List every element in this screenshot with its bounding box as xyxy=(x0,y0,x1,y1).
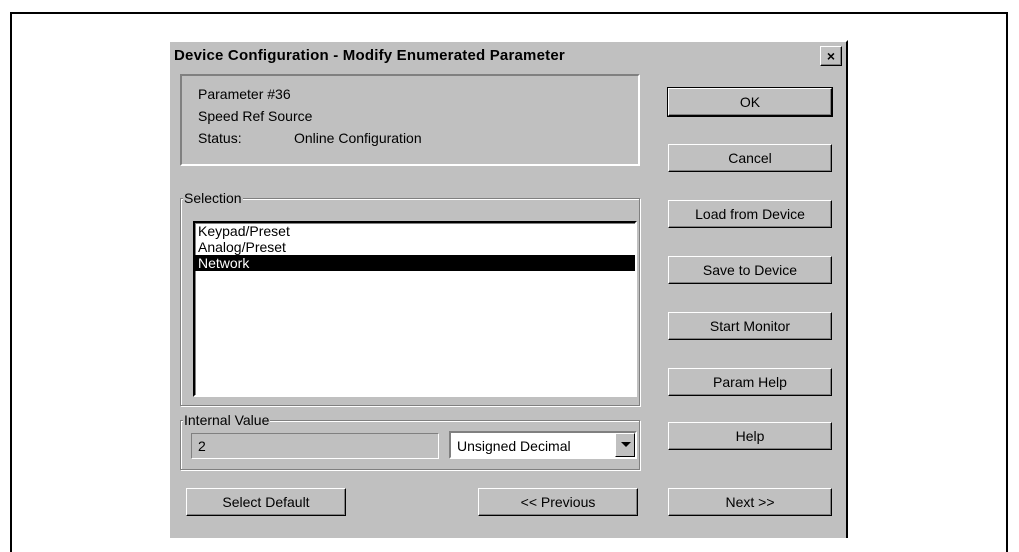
list-item[interactable]: Analog/Preset xyxy=(195,239,635,255)
selection-label: Selection xyxy=(183,190,243,206)
save-to-device-button[interactable]: Save to Device xyxy=(668,256,832,284)
load-from-device-button[interactable]: Load from Device xyxy=(668,200,832,228)
format-select-value: Unsigned Decimal xyxy=(457,438,571,454)
chevron-down-icon[interactable] xyxy=(615,433,635,457)
select-default-label: Select Default xyxy=(222,494,310,510)
close-icon: × xyxy=(826,48,836,64)
status-label: Status: xyxy=(198,130,242,146)
title-bar: Device Configuration - Modify Enumerated… xyxy=(170,42,846,70)
next-label: Next >> xyxy=(725,494,775,510)
param-help-label: Param Help xyxy=(713,374,787,390)
param-help-button[interactable]: Param Help xyxy=(668,368,832,396)
format-select[interactable]: Unsigned Decimal xyxy=(449,431,637,459)
dialog-title: Device Configuration - Modify Enumerated… xyxy=(174,47,565,64)
list-item-selected[interactable]: Network xyxy=(195,255,635,271)
next-button[interactable]: Next >> xyxy=(668,488,832,516)
previous-label: << Previous xyxy=(520,494,596,510)
help-label: Help xyxy=(735,428,765,444)
previous-button[interactable]: << Previous xyxy=(478,488,638,516)
internal-value-label: Internal Value xyxy=(183,412,271,428)
select-default-button[interactable]: Select Default xyxy=(186,488,346,516)
status-value: Online Configuration xyxy=(294,130,422,146)
ok-button[interactable]: OK xyxy=(667,87,833,117)
selection-group: Selection Keypad/Preset Analog/Preset Ne… xyxy=(180,190,640,406)
cancel-label: Cancel xyxy=(728,150,772,166)
start-monitor-label: Start Monitor xyxy=(709,318,791,334)
cancel-button[interactable]: Cancel xyxy=(668,144,832,172)
start-monitor-button[interactable]: Start Monitor xyxy=(668,312,832,340)
load-label: Load from Device xyxy=(695,206,805,222)
internal-value-field: 2 xyxy=(191,433,439,459)
help-button[interactable]: Help xyxy=(668,422,832,450)
list-item[interactable]: Keypad/Preset xyxy=(195,223,635,239)
parameter-name: Speed Ref Source xyxy=(198,108,313,124)
selection-listbox[interactable]: Keypad/Preset Analog/Preset Network xyxy=(193,221,637,397)
save-label: Save to Device xyxy=(702,262,798,278)
ok-label: OK xyxy=(739,94,761,110)
parameter-info-panel: Parameter #36 Speed Ref Source Status: O… xyxy=(180,74,640,166)
close-button[interactable]: × xyxy=(820,46,842,66)
internal-value-group: Internal Value 2 Unsigned Decimal xyxy=(180,412,640,470)
device-configuration-dialog: Device Configuration - Modify Enumerated… xyxy=(168,40,848,538)
parameter-number: Parameter #36 xyxy=(198,86,291,102)
